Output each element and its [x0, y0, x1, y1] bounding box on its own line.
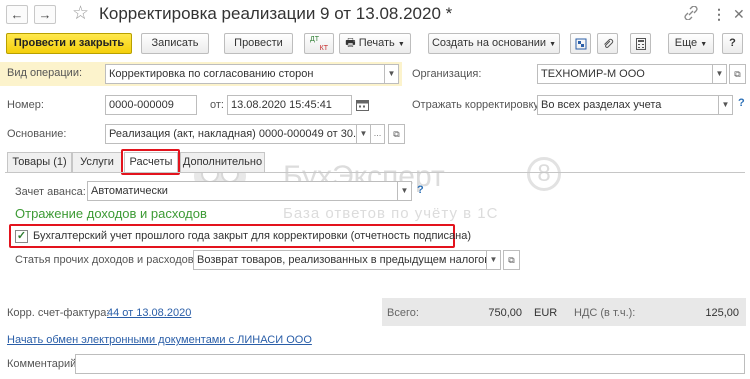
chevron-down-icon[interactable]: ▼: [398, 181, 412, 201]
basis-label: Основание:: [7, 128, 67, 140]
date-field[interactable]: 13.08.2020 15:45:41: [227, 95, 352, 115]
vat-label: НДС (в т.ч.):: [574, 307, 636, 319]
attachment-icon[interactable]: [597, 33, 618, 54]
chevron-down-icon[interactable]: ▼: [487, 250, 501, 270]
chevron-down-icon[interactable]: ▼: [719, 95, 733, 115]
comment-field[interactable]: [75, 354, 745, 374]
structure-icon[interactable]: [570, 33, 591, 54]
total-label: Всего:: [387, 307, 419, 319]
print-button[interactable]: 🖶 Печать ▼: [339, 33, 411, 54]
currency-value: EUR: [534, 307, 558, 319]
post-button[interactable]: Провести: [224, 33, 293, 54]
tab-services[interactable]: Услуги: [72, 152, 122, 173]
tab-goods[interactable]: Товары (1): [7, 152, 72, 173]
other-income-label: Статья прочих доходов и расходов:: [15, 254, 197, 266]
open-organization-icon[interactable]: ⧉: [729, 64, 746, 84]
vat-value: 125,00: [705, 307, 739, 319]
link-icon[interactable]: [684, 5, 698, 23]
chevron-down-icon: ▼: [700, 41, 708, 48]
basis-field[interactable]: Реализация (акт, накладная) 0000-000049 …: [105, 124, 357, 144]
organization-label: Организация:: [412, 68, 482, 80]
help-question-icon[interactable]: ?: [738, 97, 745, 109]
advance-offset-label: Зачет аванса:: [15, 186, 86, 198]
favorite-star-icon[interactable]: ☆: [72, 2, 89, 25]
operation-type-label: Вид операции:: [7, 67, 83, 79]
more-vertical-icon[interactable]: ⋮: [712, 6, 726, 23]
arrow-left-icon: ←: [10, 7, 24, 22]
chevron-down-icon: ▼: [549, 41, 557, 48]
create-based-on-button[interactable]: Создать на основании ▼: [428, 33, 560, 54]
more-label: Еще: [674, 37, 698, 49]
print-label: Печать: [358, 37, 395, 49]
arrow-right-icon: →: [38, 7, 52, 22]
section-title: Отражение доходов и расходов: [15, 206, 207, 221]
number-field[interactable]: 0000-000009: [105, 95, 197, 115]
calculator-icon[interactable]: [630, 33, 651, 54]
comment-label: Комментарий:: [7, 358, 80, 370]
start-edo-link[interactable]: Начать обмен электронными документами с …: [7, 334, 312, 346]
advance-offset-field[interactable]: Автоматически: [87, 181, 398, 201]
open-other-income-icon[interactable]: ⧉: [503, 250, 520, 270]
chevron-down-icon: ▼: [397, 41, 405, 48]
help-question-icon[interactable]: ?: [417, 184, 424, 196]
forward-button[interactable]: →: [34, 5, 56, 24]
back-button[interactable]: ←: [6, 5, 28, 24]
reflect-adjustment-field[interactable]: Во всех разделах учета: [537, 95, 719, 115]
correction-invoice-link[interactable]: 44 от 13.08.2020: [107, 307, 191, 319]
page-title: Корректировка реализации 9 от 13.08.2020…: [99, 4, 453, 23]
help-button[interactable]: ?: [722, 33, 743, 54]
operation-type-field[interactable]: Корректировка по согласованию сторон: [105, 64, 385, 84]
correction-invoice-label: Корр. счет-фактура:: [7, 307, 110, 319]
more-button[interactable]: Еще ▼: [668, 33, 714, 54]
chevron-down-icon[interactable]: ▼: [357, 124, 371, 144]
total-value: 750,00: [488, 307, 522, 319]
dt-label: ДТ: [310, 36, 320, 43]
dt-kt-button[interactable]: ДТ КТ: [304, 33, 334, 54]
date-label: от:: [210, 99, 224, 111]
calendar-icon[interactable]: [354, 95, 371, 115]
close-icon[interactable]: ✕: [733, 6, 745, 23]
prior-year-closed-label: Бухгалтерский учет прошлого года закрыт …: [33, 230, 472, 242]
reflect-adjustment-label: Отражать корректировку:: [412, 99, 542, 111]
prior-year-closed-checkbox[interactable]: ✓: [15, 230, 28, 243]
open-basis-icon[interactable]: ⧉: [388, 124, 405, 144]
chevron-down-icon[interactable]: ▼: [713, 64, 727, 84]
select-ellipsis-icon[interactable]: …: [371, 124, 385, 144]
other-income-field[interactable]: Возврат товаров, реализованных в предыду…: [193, 250, 487, 270]
save-button[interactable]: Записать: [141, 33, 209, 54]
number-label: Номер:: [7, 99, 44, 111]
printer-icon: 🖶: [345, 37, 356, 49]
create-based-on-label: Создать на основании: [431, 37, 547, 49]
organization-field[interactable]: ТЕХНОМИР-М ООО: [537, 64, 713, 84]
tab-additional[interactable]: Дополнительно: [180, 152, 265, 173]
post-and-close-button[interactable]: Провести и закрыть: [6, 33, 132, 54]
chevron-down-icon[interactable]: ▼: [385, 64, 399, 84]
kt-label: КТ: [319, 45, 328, 52]
